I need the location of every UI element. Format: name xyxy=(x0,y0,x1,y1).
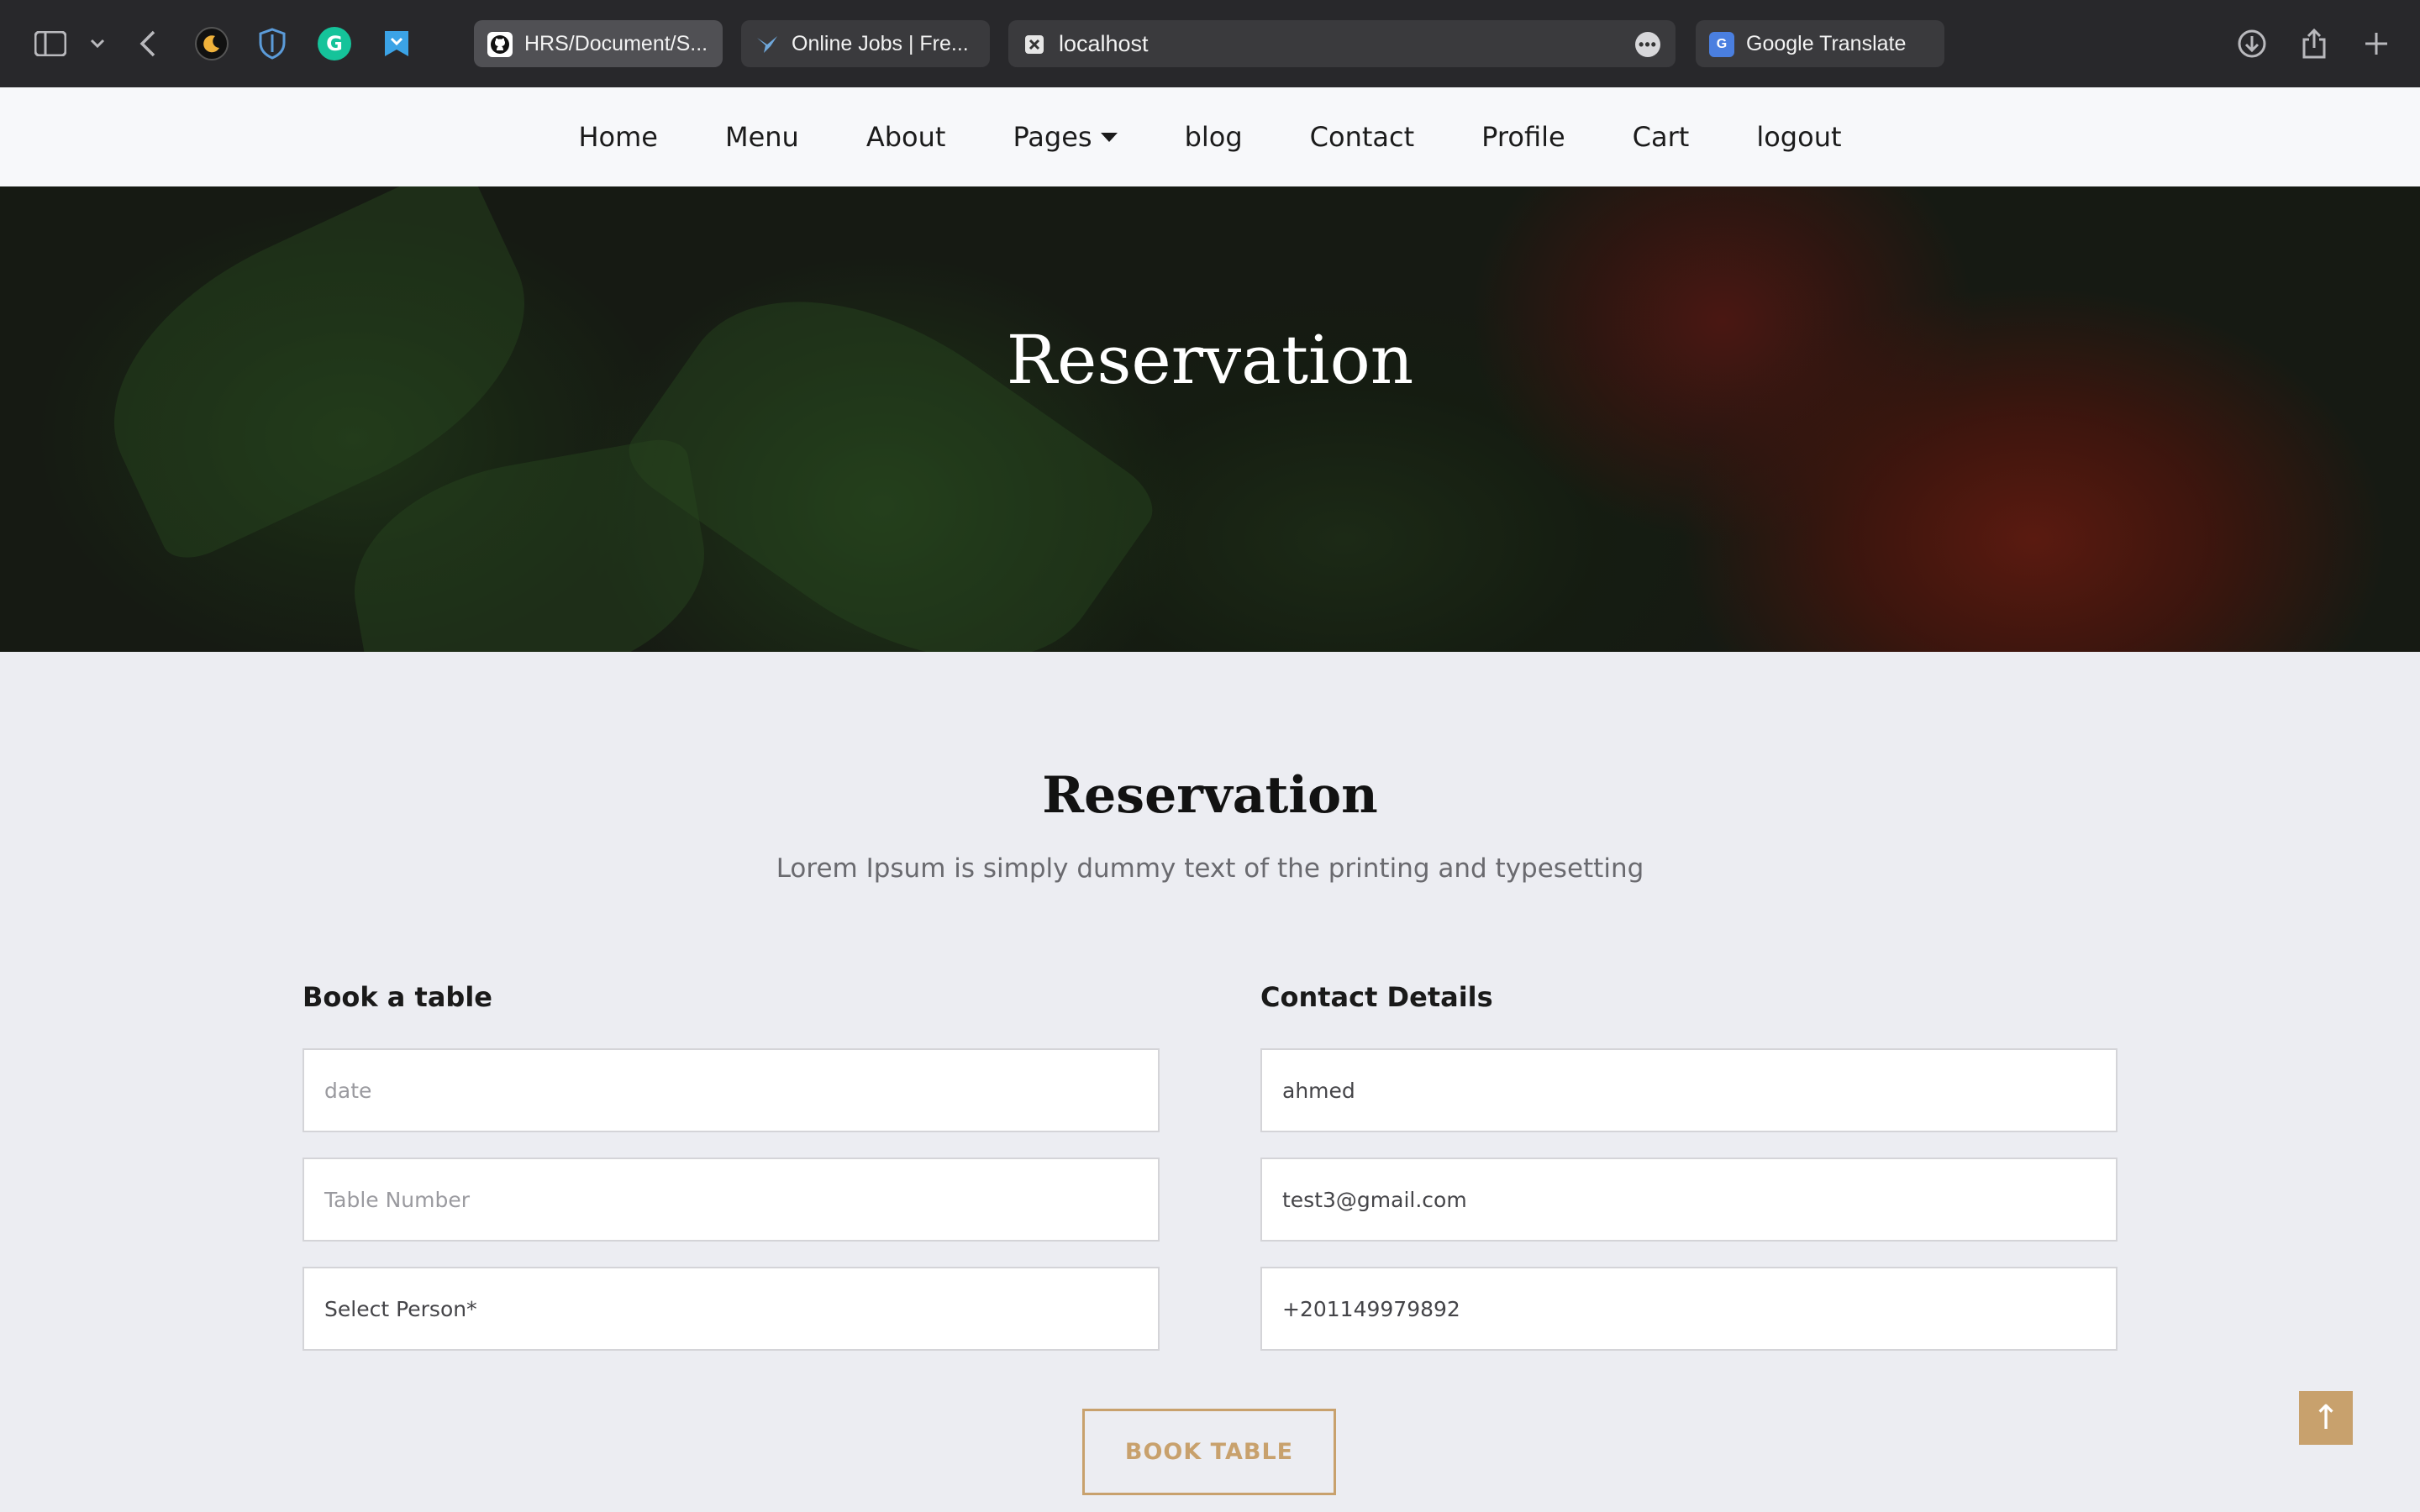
phone-input[interactable]: +201149979892 xyxy=(1260,1267,2118,1351)
more-options-icon[interactable]: ••• xyxy=(1635,32,1660,57)
scroll-top-arrow-icon[interactable]: ↑ xyxy=(2299,1391,2353,1445)
hero-basil-leaf xyxy=(616,228,1165,652)
date-input[interactable]: date xyxy=(302,1048,1160,1132)
main-navbar: Home Menu About Pages blog Contact Profi… xyxy=(0,87,2420,186)
contact-details-heading: Contact Details xyxy=(1260,981,1493,1013)
bitwarden-shield-icon[interactable] xyxy=(255,27,289,60)
tab-label: HRS/Document/S... xyxy=(524,31,708,55)
nav-cart[interactable]: Cart xyxy=(1599,121,1723,153)
share-icon[interactable] xyxy=(2297,27,2331,60)
browser-toolbar: G HRS/Document/S... Online Jobs | Fre...… xyxy=(0,0,2420,87)
new-tab-plus-icon[interactable] xyxy=(2360,27,2393,60)
table-number-input[interactable]: Table Number xyxy=(302,1158,1160,1242)
hummingbird-icon xyxy=(755,32,780,57)
tab-label: localhost xyxy=(1059,30,1149,56)
grammarly-icon[interactable]: G xyxy=(318,27,351,60)
google-translate-icon: G xyxy=(1709,32,1734,57)
close-icon[interactable] xyxy=(1022,32,1047,57)
tab-online-jobs[interactable]: Online Jobs | Fre... xyxy=(741,20,990,67)
tab-github[interactable]: HRS/Document/S... xyxy=(474,20,723,67)
back-arrow-icon[interactable] xyxy=(131,27,165,60)
tab-google-translate[interactable]: G Google Translate xyxy=(1696,20,1944,67)
section-title: Reservation xyxy=(1042,766,1378,825)
nav-pages[interactable]: Pages xyxy=(979,121,1150,153)
book-table-heading: Book a table xyxy=(302,981,492,1013)
nav-contact[interactable]: Contact xyxy=(1276,121,1449,153)
name-input[interactable]: ahmed xyxy=(1260,1048,2118,1132)
section-subtitle: Lorem Ipsum is simply dummy text of the … xyxy=(776,853,1644,884)
nav-logout[interactable]: logout xyxy=(1723,121,1875,153)
nav-profile[interactable]: Profile xyxy=(1448,121,1599,153)
select-person-dropdown[interactable]: Select Person* xyxy=(302,1267,1160,1351)
tab-label: Google Translate xyxy=(1746,31,1907,55)
caret-down-icon xyxy=(1100,132,1118,142)
nav-list: Home Menu About Pages blog Contact Profi… xyxy=(544,121,1875,153)
sidebar-toggle-icon[interactable] xyxy=(34,27,67,60)
bookmark-extension-icon[interactable] xyxy=(380,27,413,60)
tab-label: Online Jobs | Fre... xyxy=(792,31,969,55)
nav-blog[interactable]: blog xyxy=(1151,121,1276,153)
nav-pages-label: Pages xyxy=(1013,121,1092,153)
nav-about[interactable]: About xyxy=(833,121,980,153)
book-table-button[interactable]: BOOK TABLE xyxy=(1082,1409,1336,1495)
nav-menu[interactable]: Menu xyxy=(692,121,833,153)
chevron-down-icon[interactable] xyxy=(81,27,114,60)
nav-home[interactable]: Home xyxy=(544,121,692,153)
tab-localhost[interactable]: localhost ••• xyxy=(1008,20,1676,67)
hero-basil-leaf xyxy=(336,434,723,652)
hero-title: Reservation xyxy=(1006,321,1414,399)
github-icon xyxy=(487,32,513,57)
email-input[interactable]: test3@gmail.com xyxy=(1260,1158,2118,1242)
hero-banner: Reservation xyxy=(0,186,2420,652)
night-mode-extension-icon[interactable] xyxy=(195,27,229,60)
download-icon[interactable] xyxy=(2235,27,2269,60)
